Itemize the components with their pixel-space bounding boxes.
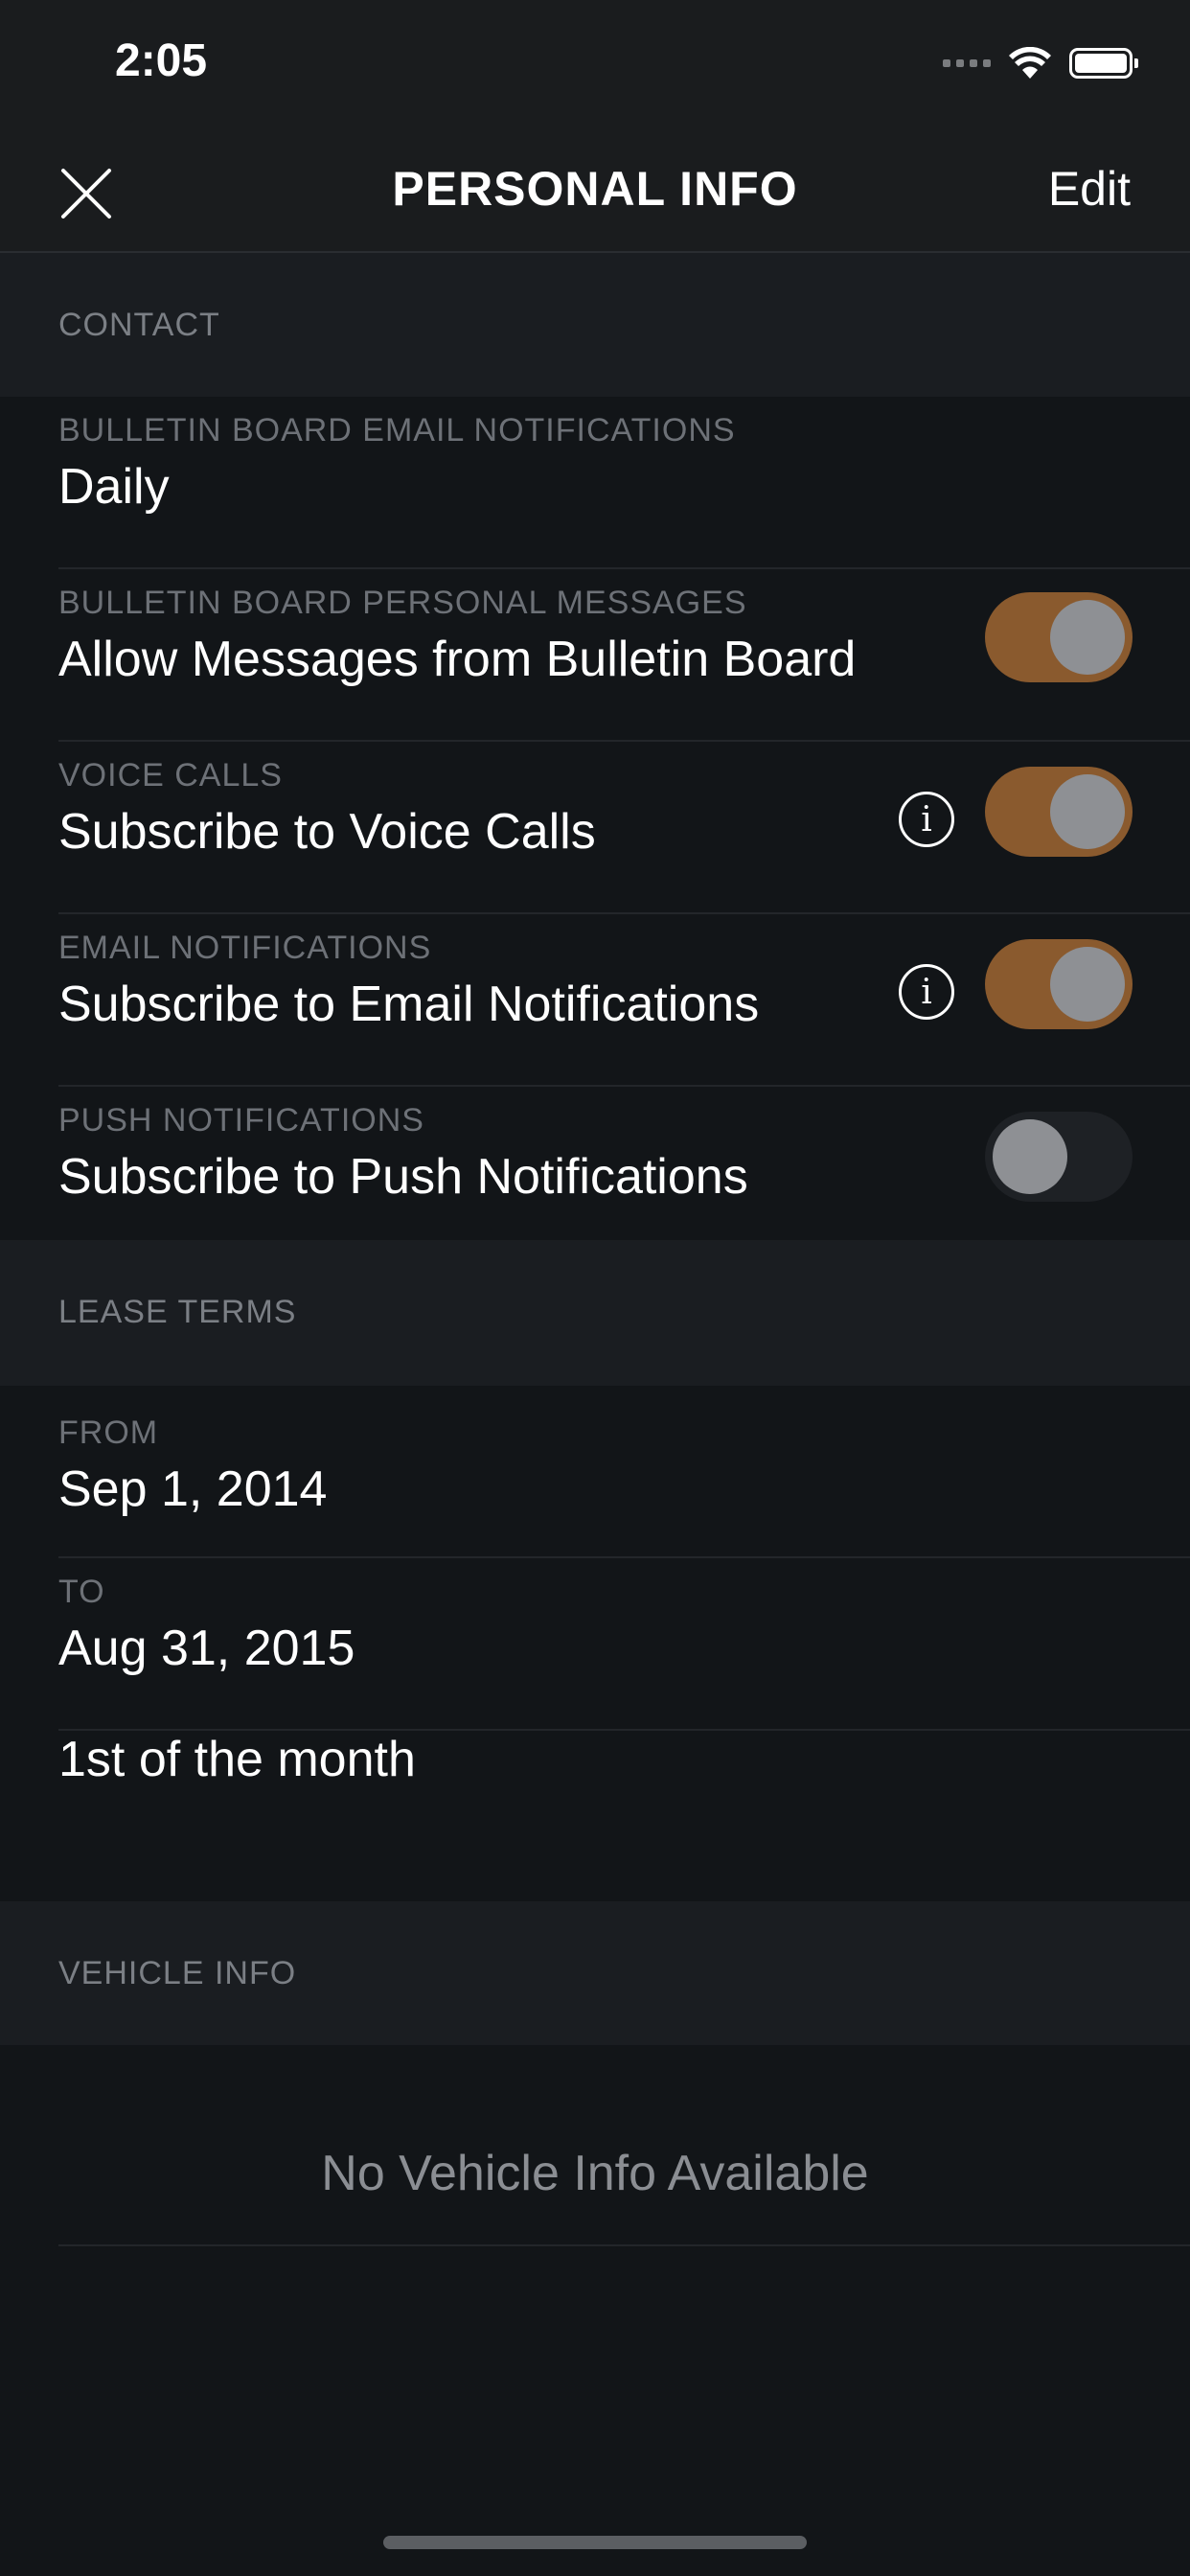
section-title-vehicle-info: VEHICLE INFO xyxy=(58,1955,297,1991)
row-label: EMAIL NOTIFICATIONS xyxy=(58,930,432,966)
section-header-vehicle-info: VEHICLE INFO xyxy=(0,1901,1190,2045)
status-bar: 2:05 xyxy=(0,0,1190,134)
section-title-lease-terms: LEASE TERMS xyxy=(58,1294,297,1330)
toggle-knob xyxy=(1050,600,1125,675)
voice-calls-info-button[interactable]: i xyxy=(899,792,954,847)
row-bulletin-personal-messages: BULLETIN BOARD PERSONAL MESSAGES Allow M… xyxy=(0,569,1190,742)
section-header-lease-terms: LEASE TERMS xyxy=(0,1240,1190,1386)
row-value: Sep 1, 2014 xyxy=(58,1461,328,1517)
info-icon: i xyxy=(921,800,932,840)
row-push-notifications: PUSH NOTIFICATIONS Subscribe to Push Not… xyxy=(0,1087,1190,1259)
row-label: BULLETIN BOARD EMAIL NOTIFICATIONS xyxy=(58,412,736,448)
row-label: BULLETIN BOARD PERSONAL MESSAGES xyxy=(58,585,747,621)
email-notifications-toggle[interactable] xyxy=(985,939,1133,1029)
navigation-bar: PERSONAL INFO Edit xyxy=(0,134,1190,253)
status-time: 2:05 xyxy=(115,35,208,86)
vehicle-empty-message: No Vehicle Info Available xyxy=(321,2146,869,2201)
row-value: Daily xyxy=(58,459,170,515)
email-notifications-info-button[interactable]: i xyxy=(899,964,954,1020)
row-email-notifications: EMAIL NOTIFICATIONS Subscribe to Email N… xyxy=(0,914,1190,1087)
row-label: TO xyxy=(58,1574,105,1610)
divider xyxy=(58,2244,1190,2246)
rent-due-day: 1st of the month xyxy=(58,1732,416,1787)
row-value: Subscribe to Push Notifications xyxy=(58,1149,748,1205)
row-lease-to: TO Aug 31, 2015 xyxy=(0,1558,1190,1731)
wifi-icon xyxy=(1009,47,1051,79)
section-title-contact: CONTACT xyxy=(58,307,220,343)
toggle-knob xyxy=(1050,774,1125,849)
row-value: Allow Messages from Bulletin Board xyxy=(58,632,857,687)
row-label: FROM xyxy=(58,1414,159,1451)
bulletin-messages-toggle[interactable] xyxy=(985,592,1133,682)
push-notifications-toggle[interactable] xyxy=(985,1112,1133,1202)
row-label: VOICE CALLS xyxy=(58,757,283,794)
voice-calls-toggle[interactable] xyxy=(985,767,1133,857)
info-icon: i xyxy=(921,973,932,1012)
home-indicator[interactable] xyxy=(383,2536,807,2549)
battery-icon xyxy=(1069,48,1138,79)
edit-button[interactable]: Edit xyxy=(1048,161,1131,217)
row-bulletin-email-notifications[interactable]: BULLETIN BOARD EMAIL NOTIFICATIONS Daily xyxy=(0,397,1190,569)
section-header-contact: CONTACT xyxy=(0,253,1190,397)
toggle-knob xyxy=(1050,947,1125,1022)
status-icons xyxy=(943,44,1138,82)
toggle-knob xyxy=(993,1119,1067,1194)
row-value: Subscribe to Email Notifications xyxy=(58,977,760,1032)
page-title: PERSONAL INFO xyxy=(392,162,798,216)
row-label: PUSH NOTIFICATIONS xyxy=(58,1102,424,1138)
row-lease-from: FROM Sep 1, 2014 xyxy=(0,1386,1190,1558)
row-value: Subscribe to Voice Calls xyxy=(58,804,596,860)
cellular-signal-icon xyxy=(943,59,991,67)
row-voice-calls: VOICE CALLS Subscribe to Voice Calls i xyxy=(0,742,1190,914)
row-value: Aug 31, 2015 xyxy=(58,1621,355,1676)
